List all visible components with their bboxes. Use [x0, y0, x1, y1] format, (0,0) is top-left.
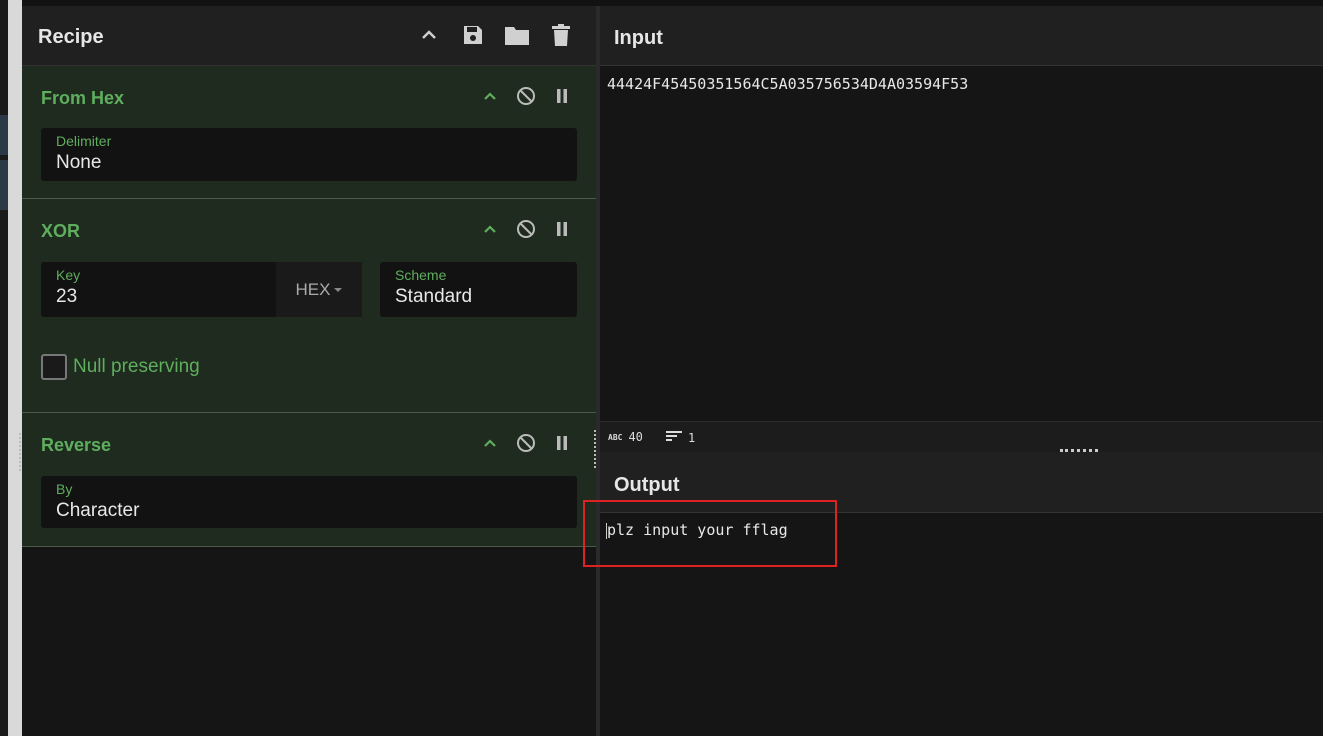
pause-icon[interactable]	[550, 431, 574, 455]
window-edge	[0, 0, 8, 736]
pause-icon[interactable]	[550, 84, 574, 108]
field-value: Character	[56, 500, 140, 521]
disable-icon[interactable]	[514, 217, 538, 241]
recipe-header: Recipe	[22, 6, 596, 66]
field-value: None	[56, 152, 102, 173]
drag-handle[interactable]	[19, 433, 23, 471]
lines-stat: 1	[666, 430, 695, 445]
input-title: Input	[614, 27, 663, 49]
field-label: Scheme	[395, 267, 447, 283]
chevron-up-icon[interactable]	[478, 84, 502, 108]
input-header: Input	[600, 6, 1323, 66]
folder-icon[interactable]	[502, 20, 532, 50]
field-value: 23	[56, 286, 78, 307]
chevron-up-icon[interactable]	[414, 20, 444, 50]
length-stat: ABC 40	[608, 430, 643, 444]
output-title: Output	[614, 474, 680, 496]
operation-title: Reverse	[41, 435, 112, 455]
operation-title: XOR	[41, 221, 81, 241]
field-label: Delimiter	[56, 133, 112, 149]
abc-icon: ABC	[608, 432, 623, 442]
disable-icon[interactable]	[514, 84, 538, 108]
recipe-panel: Recipe From Hex Delimiter None XOR Key 2…	[19, 6, 596, 736]
lines-icon	[666, 430, 682, 445]
scheme-field[interactable]: Scheme Standard	[380, 262, 577, 317]
caret-down-icon	[334, 287, 343, 292]
input-textarea[interactable]: 44424F45450351564C5A035756534D4A03594F53	[607, 75, 968, 93]
lines-value: 1	[688, 430, 696, 445]
field-label: Key	[56, 267, 81, 283]
highlight-box	[583, 500, 837, 567]
operation-xor[interactable]: XOR Key 23 HEX Scheme Standard Null pres…	[22, 199, 596, 413]
null-preserving-label[interactable]: Null preserving	[73, 356, 200, 378]
field-value: Standard	[395, 286, 473, 307]
trash-icon[interactable]	[546, 20, 576, 50]
input-status-bar: ABC 40 1	[600, 421, 1323, 452]
recipe-title: Recipe	[38, 26, 104, 48]
null-preserving-checkbox[interactable]	[41, 354, 67, 380]
operation-reverse[interactable]: Reverse By Character	[19, 413, 596, 547]
by-field[interactable]: By Character	[41, 476, 577, 528]
key-encoding-dropdown[interactable]: HEX	[276, 262, 362, 317]
input-panel: Input 44424F45450351564C5A035756534D4A03…	[600, 6, 1323, 421]
pause-icon[interactable]	[550, 217, 574, 241]
disable-icon[interactable]	[514, 431, 538, 455]
encoding-label: HEX	[295, 279, 331, 299]
chevron-up-icon[interactable]	[478, 431, 502, 455]
chevron-up-icon[interactable]	[478, 217, 502, 241]
field-label: By	[56, 481, 73, 497]
output-panel: Output plz input your fflag	[600, 452, 1323, 736]
scrollbar-track[interactable]	[8, 0, 22, 736]
operation-from-hex[interactable]: From Hex Delimiter None	[22, 66, 596, 199]
length-value: 40	[628, 430, 643, 444]
key-field[interactable]: Key 23 HEX	[41, 262, 362, 317]
operation-title: From Hex	[41, 88, 125, 108]
delimiter-field[interactable]: Delimiter None	[41, 128, 577, 181]
save-icon[interactable]	[458, 20, 488, 50]
